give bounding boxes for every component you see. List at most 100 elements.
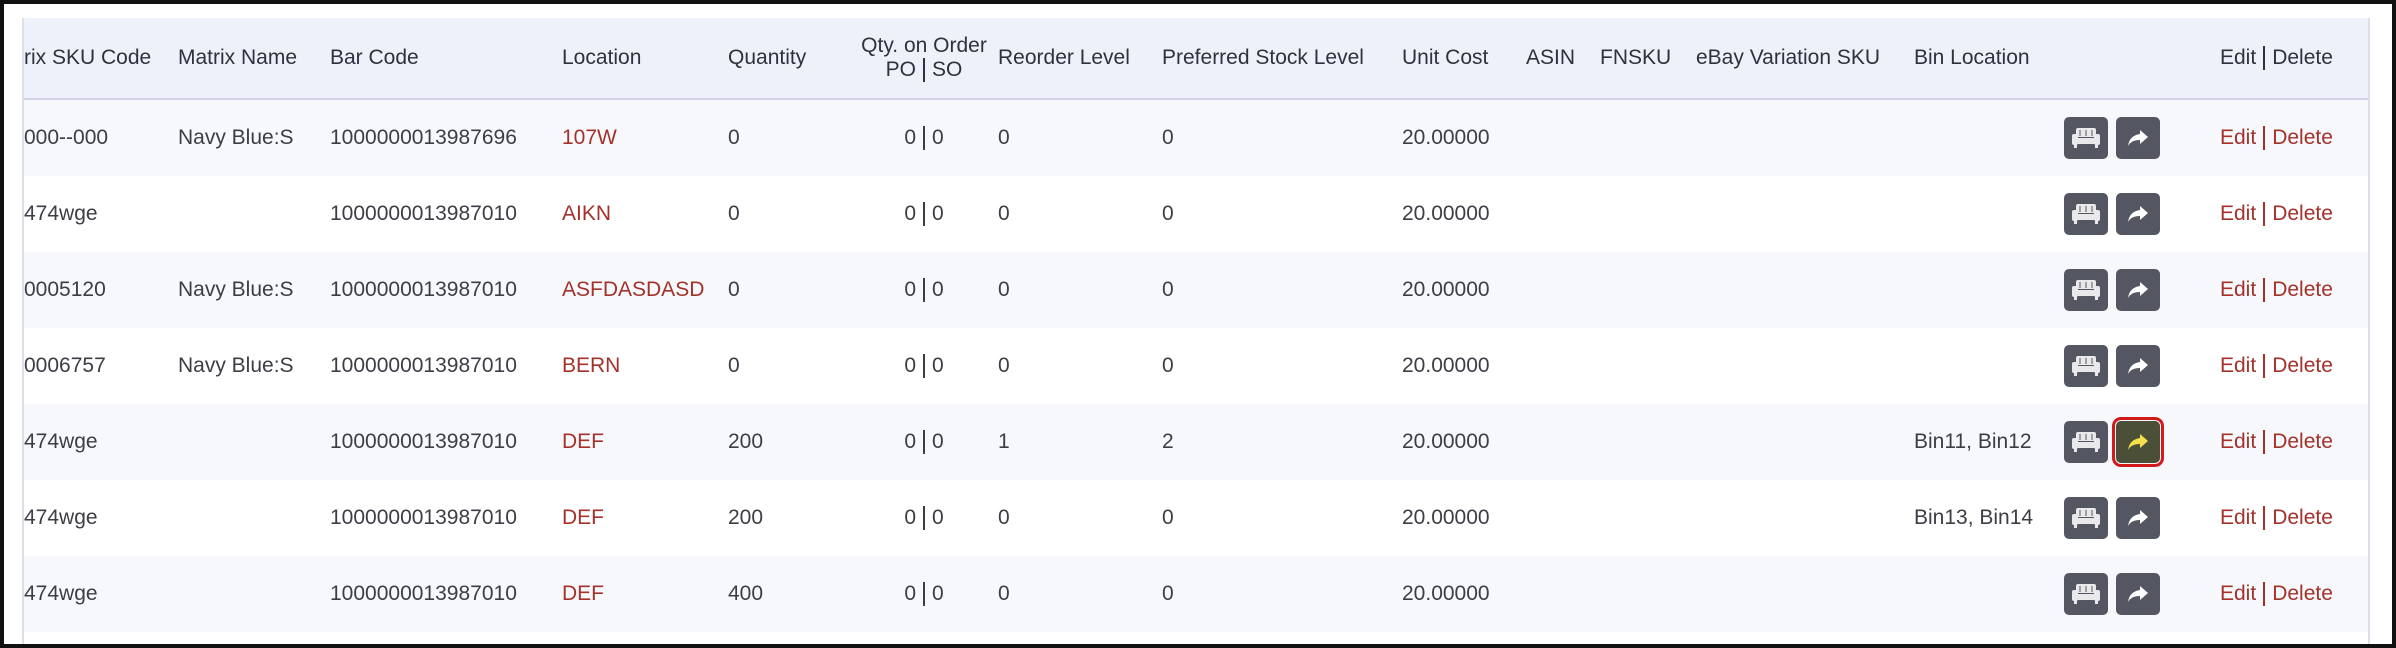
cell-matrix-sku: 474wge: [24, 582, 98, 605]
share-arrow-svg: [2128, 130, 2148, 146]
bin-button[interactable]: [2064, 117, 2108, 159]
cell-location-link[interactable]: DEF: [562, 480, 604, 556]
bin-button[interactable]: [2064, 345, 2108, 387]
share-arrow-icon: [2126, 584, 2150, 604]
transfer-button[interactable]: [2116, 345, 2160, 387]
share-arrow-svg: [2128, 586, 2148, 602]
table-row: 474wge 1000000013987010 DEF 200 0 0 0 0 20.00000…: [24, 480, 2368, 556]
cell-location-link[interactable]: DEF: [562, 556, 604, 632]
bin-button[interactable]: [2064, 573, 2108, 615]
cell-preferred-stock: 0: [1162, 506, 1174, 529]
separator: [923, 430, 925, 454]
bin-button[interactable]: [2064, 193, 2108, 235]
delete-link[interactable]: Delete: [2272, 202, 2333, 226]
delete-link[interactable]: Delete: [2272, 506, 2333, 530]
cell-quantity: 400: [728, 582, 764, 605]
cell-qty-on-order: 00: [836, 328, 1012, 404]
cell-unit-cost: 20.00000: [1402, 430, 1490, 453]
col-header-ebay-sku[interactable]: eBay Variation SKU: [1696, 18, 1880, 98]
cell-unit-cost: 20.00000: [1402, 202, 1490, 225]
sofa-icon-svg: [2072, 432, 2100, 452]
cell-location-link[interactable]: DEF: [562, 404, 604, 480]
cell-po: 0: [904, 430, 916, 453]
edit-link[interactable]: Edit: [2220, 506, 2256, 530]
separator: [923, 354, 925, 378]
cell-matrix-sku: 0005120: [24, 278, 106, 301]
sofa-icon: [2071, 203, 2101, 225]
bin-button[interactable]: [2064, 497, 2108, 539]
transfer-button[interactable]: [2116, 497, 2160, 539]
cell-preferred-stock: 0: [1162, 278, 1174, 301]
cell-location-link[interactable]: AIKN: [562, 176, 611, 252]
col-header-asin[interactable]: ASIN: [1526, 18, 1575, 98]
col-header-location[interactable]: Location: [562, 18, 641, 98]
delete-link[interactable]: Delete: [2272, 354, 2333, 378]
edit-link[interactable]: Edit: [2220, 202, 2256, 226]
cell-matrix-name: Navy Blue:S: [178, 126, 294, 149]
cell-qty-on-order: 00: [836, 100, 1012, 176]
cell-location-link[interactable]: ASFDASDASD: [562, 252, 704, 328]
col-header-matrix-sku[interactable]: rix SKU Code: [24, 18, 151, 98]
cell-so: 0: [932, 354, 944, 377]
cell-preferred-stock: 0: [1162, 126, 1174, 149]
cell-quantity: 0: [728, 354, 740, 377]
edit-link[interactable]: Edit: [2220, 278, 2256, 302]
cell-reorder-level: 0: [998, 506, 1010, 529]
cell-location-link[interactable]: 107W: [562, 100, 617, 176]
cell-qty-on-order: 00: [836, 176, 1012, 252]
share-arrow-svg: [2128, 206, 2148, 222]
edit-link[interactable]: Edit: [2220, 354, 2256, 378]
col-header-bin-location[interactable]: Bin Location: [1914, 18, 2030, 98]
table-row: 0005120 Navy Blue:S 1000000013987010 ASFDAS…: [24, 252, 2368, 328]
cell-location-link[interactable]: BERN: [562, 328, 620, 404]
col-header-quantity[interactable]: Quantity: [728, 18, 806, 98]
col-header-unit-cost[interactable]: Unit Cost: [1402, 18, 1488, 98]
cell-po: 0: [904, 202, 916, 225]
delete-link[interactable]: Delete: [2272, 126, 2333, 150]
col-header-fnsku[interactable]: FNSKU: [1600, 18, 1671, 98]
col-header-reorder-level[interactable]: Reorder Level: [998, 18, 1130, 98]
transfer-button[interactable]: [2116, 193, 2160, 235]
cell-po: 0: [904, 354, 916, 377]
cell-bar-code: 1000000013987010: [330, 582, 517, 605]
transfer-button[interactable]: [2116, 117, 2160, 159]
delete-link[interactable]: Delete: [2272, 582, 2333, 606]
delete-link[interactable]: Delete: [2272, 430, 2333, 454]
cell-so: 0: [932, 506, 944, 529]
cell-qty-on-order: 00: [836, 252, 1012, 328]
edit-link[interactable]: Edit: [2220, 430, 2256, 454]
transfer-button[interactable]: [2116, 573, 2160, 615]
cell-po: 0: [904, 278, 916, 301]
separator: [2263, 354, 2266, 378]
cell-bin-location: Bin11, Bin12: [1914, 430, 2032, 453]
bin-button[interactable]: [2064, 421, 2108, 463]
cell-so: 0: [932, 430, 944, 453]
separator: [923, 202, 925, 226]
table-row: 474wge 1000000013987010 DEF 400 0 0 0 0 20.00000…: [24, 556, 2368, 632]
share-arrow-icon: [2126, 432, 2150, 452]
row-actions: Edit Delete: [2220, 480, 2333, 556]
bin-button[interactable]: [2064, 269, 2108, 311]
cell-bar-code: 1000000013987010: [330, 354, 517, 377]
delete-link[interactable]: Delete: [2272, 278, 2333, 302]
sofa-icon-svg: [2072, 356, 2100, 376]
col-header-preferred-stock[interactable]: Preferred Stock Level: [1162, 18, 1364, 98]
col-header-qty-on-order[interactable]: Qty. on Order PO SO: [836, 18, 1012, 98]
row-actions: Edit Delete: [2220, 404, 2333, 480]
col-header-bar-code[interactable]: Bar Code: [330, 18, 419, 98]
col-header-delete: Delete: [2272, 46, 2333, 69]
cell-quantity: 0: [728, 126, 740, 149]
share-arrow-icon: [2126, 508, 2150, 528]
transfer-button[interactable]: [2112, 417, 2164, 467]
sofa-icon: [2071, 355, 2101, 377]
cell-so: 0: [932, 126, 944, 149]
col-header-matrix-name[interactable]: Matrix Name: [178, 18, 297, 98]
table-grid: rix SKU Code Matrix Name Bar Code Locati…: [24, 18, 2368, 644]
edit-link[interactable]: Edit: [2220, 126, 2256, 150]
sofa-icon-svg: [2072, 280, 2100, 300]
sofa-icon: [2071, 431, 2101, 453]
cell-reorder-level: 0: [998, 278, 1010, 301]
edit-link[interactable]: Edit: [2220, 582, 2256, 606]
cell-bar-code: 1000000013987696: [330, 126, 517, 149]
transfer-button[interactable]: [2116, 269, 2160, 311]
